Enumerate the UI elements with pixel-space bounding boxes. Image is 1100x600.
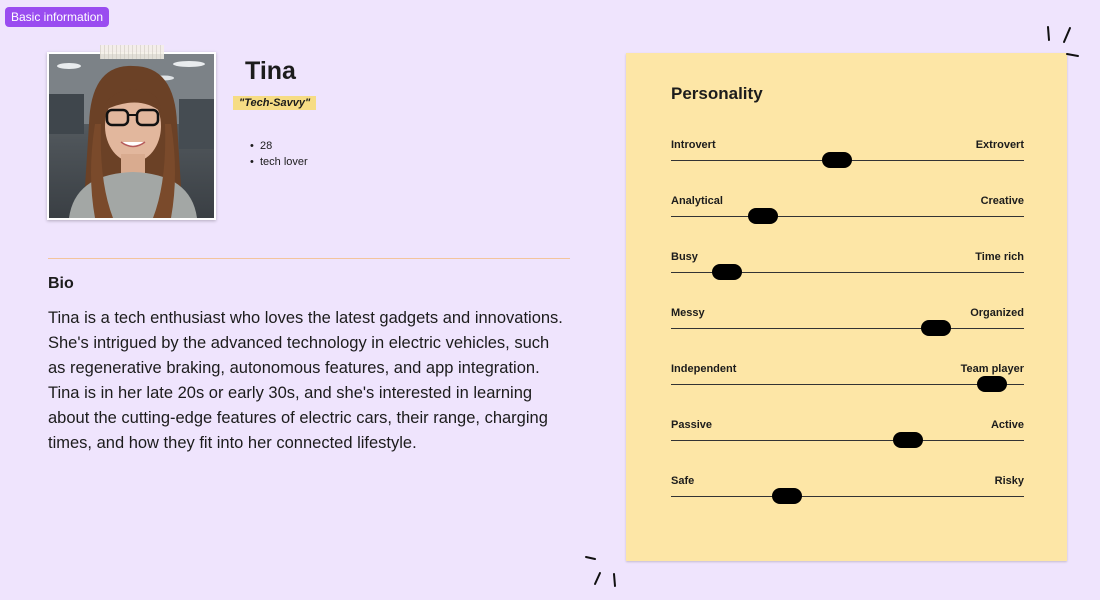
- trait-left-label: Independent: [671, 363, 737, 375]
- profile-photo: [47, 52, 216, 220]
- trait-row: Introvert Extrovert: [671, 139, 1024, 179]
- sparkle-doodle-top: [1047, 26, 1079, 57]
- personality-card: Personality Introvert Extrovert Analytical…: [626, 53, 1067, 561]
- trait-right-label: Active: [990, 419, 1024, 431]
- trait-right-label: Team player: [960, 363, 1024, 375]
- trait-row: Messy Organized: [671, 307, 1024, 347]
- trait-slider-knob[interactable]: [747, 208, 778, 224]
- trait-slider-track[interactable]: [671, 440, 1024, 441]
- trait-slider-track[interactable]: [671, 328, 1024, 329]
- persona-name: Tina: [245, 57, 296, 85]
- portrait-image: [49, 54, 214, 218]
- persona-nickname: "Tech-Savvy": [233, 96, 317, 110]
- fact-age: 28: [250, 138, 308, 154]
- trait-slider-knob[interactable]: [977, 376, 1008, 392]
- personality-title: Personality: [671, 84, 763, 103]
- trait-left-label: Messy: [671, 307, 705, 319]
- trait-left-label: Busy: [671, 251, 698, 263]
- trait-left-label: Introvert: [671, 139, 716, 151]
- trait-slider-knob[interactable]: [712, 264, 743, 280]
- sparkle-doodle-bottom: [585, 556, 616, 587]
- trait-row: Safe Risky: [671, 475, 1024, 515]
- trait-right-label: Creative: [980, 195, 1024, 207]
- bio-text: Tina is a tech enthusiast who loves the …: [48, 309, 563, 452]
- basic-information-tag[interactable]: Basic information: [5, 7, 110, 27]
- trait-left-label: Passive: [671, 419, 712, 431]
- trait-right-label: Risky: [994, 475, 1024, 487]
- trait-left-label: Analytical: [671, 195, 723, 207]
- trait-row: Busy Time rich: [671, 251, 1024, 291]
- trait-slider-track[interactable]: [671, 496, 1024, 497]
- trait-slider-knob[interactable]: [772, 488, 803, 504]
- tape-strip: [100, 45, 164, 59]
- section-divider: [48, 258, 570, 259]
- trait-row: Passive Active: [671, 419, 1024, 459]
- fact-interest: tech lover: [250, 154, 308, 170]
- trait-row: Analytical Creative: [671, 195, 1024, 235]
- trait-left-label: Safe: [671, 475, 695, 487]
- bio-heading: Bio: [48, 275, 74, 292]
- trait-slider-track[interactable]: [671, 216, 1024, 217]
- trait-right-label: Time rich: [975, 251, 1024, 263]
- trait-right-label: Extrovert: [975, 139, 1024, 151]
- trait-slider-knob[interactable]: [821, 152, 852, 168]
- trait-slider-knob[interactable]: [892, 432, 923, 448]
- persona-facts: 28 tech lover: [250, 138, 308, 170]
- trait-slider-track[interactable]: [671, 384, 1024, 385]
- trait-slider-knob[interactable]: [920, 320, 951, 336]
- trait-right-label: Organized: [970, 307, 1024, 319]
- trait-row: Independent Team player: [671, 363, 1024, 403]
